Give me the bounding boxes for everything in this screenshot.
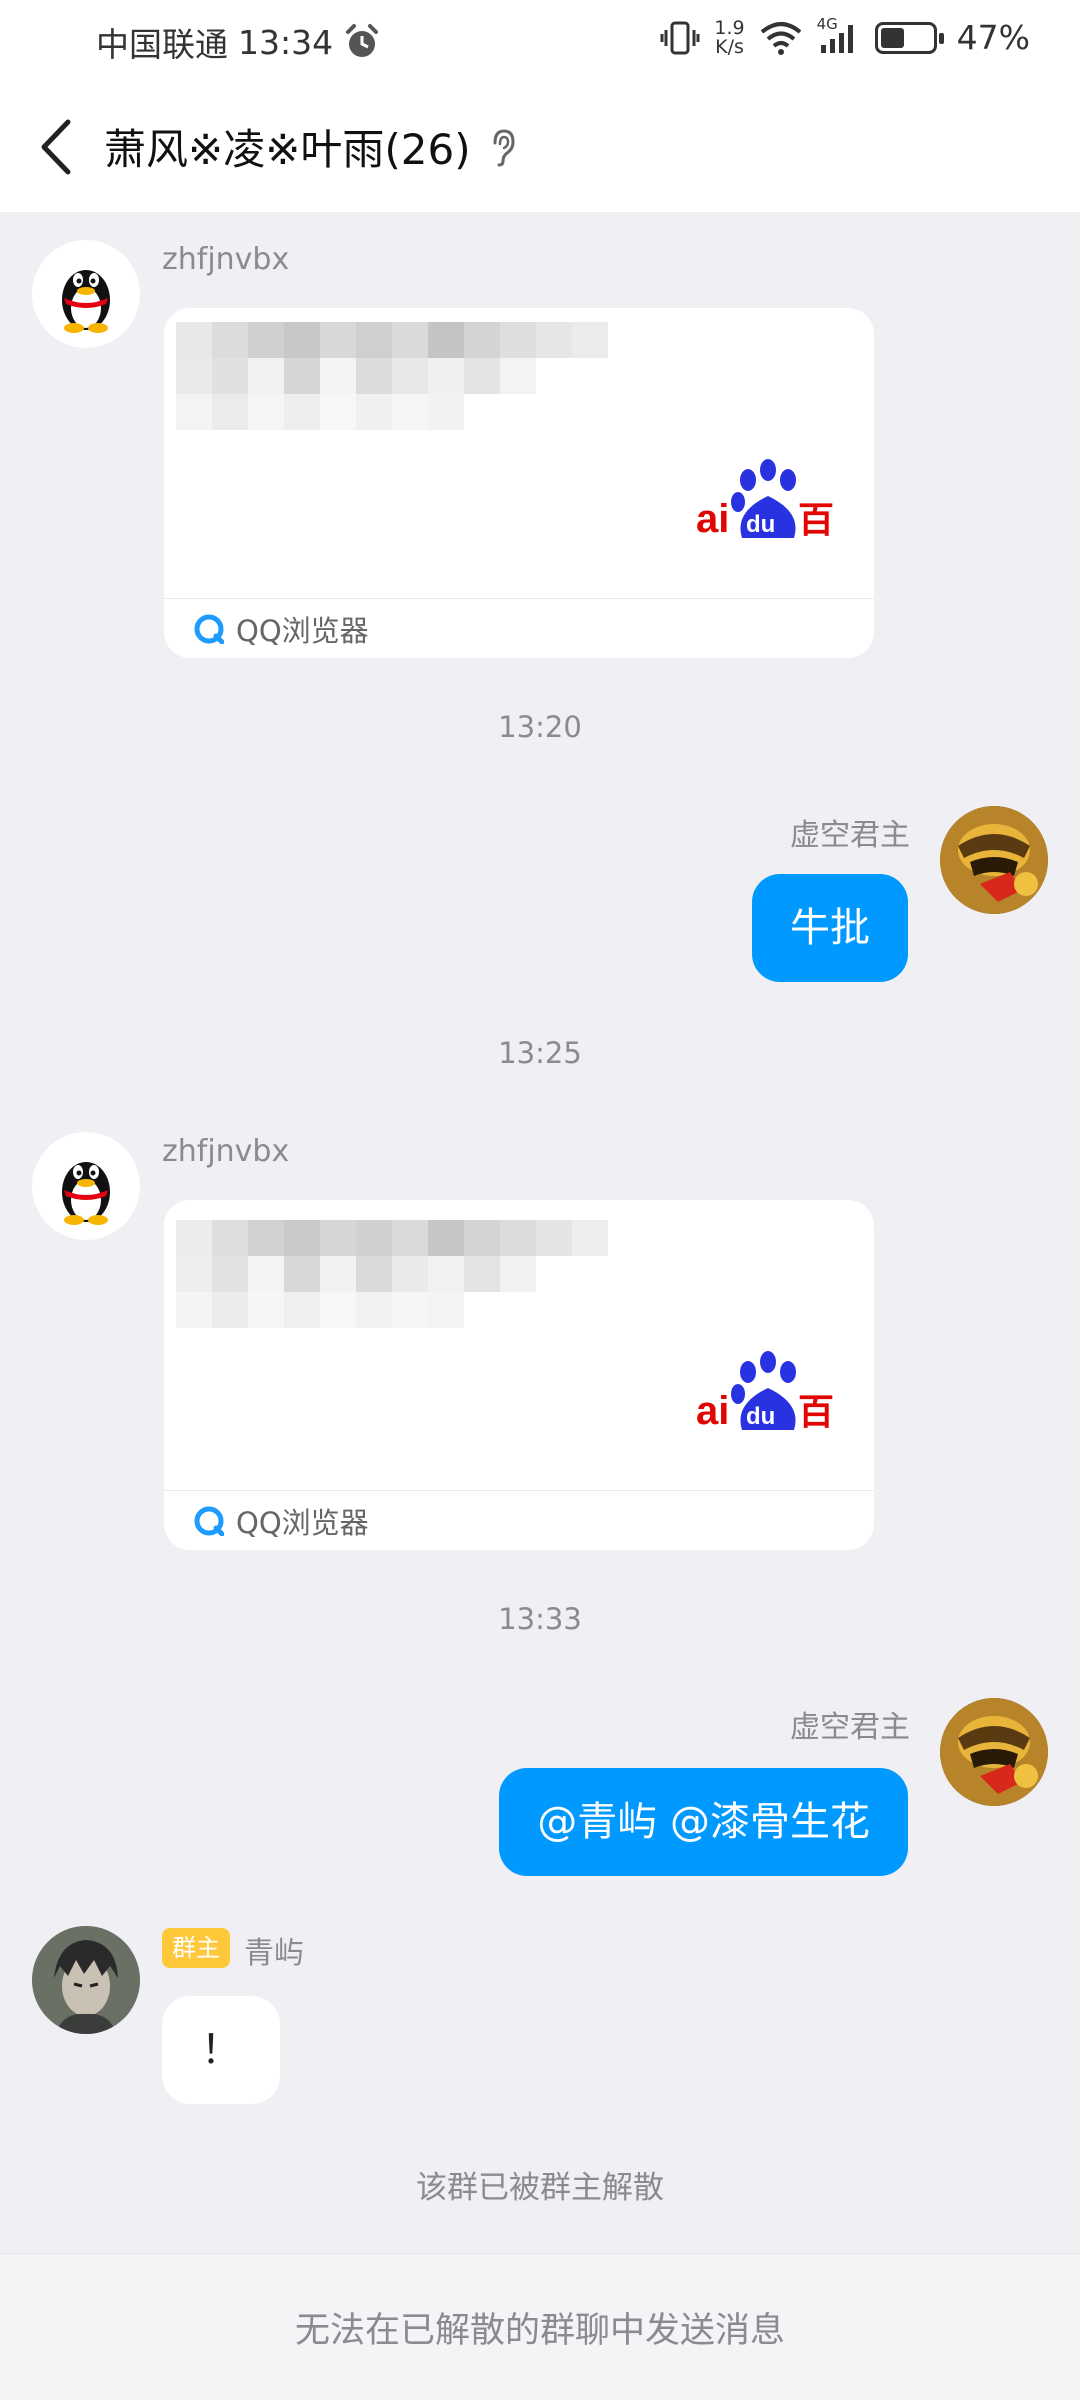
system-notice: 该群已被群主解散	[416, 2170, 664, 2206]
ear-icon[interactable]	[489, 127, 517, 167]
blurred-preview	[164, 308, 654, 468]
message-bubble[interactable]: ！	[162, 1996, 280, 2104]
message-list[interactable]: zhfjnvbx ai du 百 QQ浏览器 13:20 虚空君主 牛批 13:…	[0, 212, 1080, 2252]
net-speed: 1.9 K/s	[714, 16, 745, 58]
avatar[interactable]	[32, 1926, 140, 2034]
anime-avatar-icon	[32, 1926, 140, 2034]
penguin-avatar-icon	[32, 240, 140, 348]
svg-text:百: 百	[798, 500, 834, 541]
wifi-icon	[760, 21, 801, 55]
warrior-avatar-icon	[940, 806, 1048, 914]
avatar[interactable]	[32, 240, 140, 348]
sender-name: 虚空君主	[790, 818, 910, 853]
sender-name: zhfjnvbx	[162, 242, 290, 277]
network-type: 4G	[816, 14, 838, 33]
battery-icon	[874, 21, 944, 54]
sender-name: zhfjnvbx	[162, 1134, 290, 1169]
qq-browser-icon	[194, 614, 224, 644]
back-icon[interactable]	[32, 116, 82, 178]
card-source-label: QQ浏览器	[236, 613, 369, 648]
baidu-logo: ai du 百	[696, 459, 834, 541]
alarm-icon	[346, 24, 379, 57]
link-card[interactable]: ai du 百 QQ浏览器	[164, 308, 874, 658]
svg-text:ai: ai	[696, 497, 729, 541]
svg-text:ai: ai	[696, 1389, 729, 1433]
avatar[interactable]	[940, 1698, 1048, 1806]
clock-time: 13:34	[238, 22, 334, 62]
penguin-avatar-icon	[32, 1132, 140, 1240]
input-disabled-notice: 无法在已解散的群聊中发送消息	[0, 2253, 1080, 2400]
message-bubble[interactable]: @青屿 @漆骨生花	[499, 1768, 908, 1876]
card-source: QQ浏览器	[164, 1490, 874, 1550]
qq-browser-icon	[194, 1506, 224, 1536]
svg-text:du: du	[746, 511, 775, 538]
svg-text:百: 百	[798, 1392, 834, 1433]
carrier-label: 中国联通	[96, 25, 228, 64]
vibrate-icon	[660, 21, 700, 54]
baidu-logo: ai du 百	[696, 1351, 834, 1433]
sender-name: 虚空君主	[790, 1710, 910, 1745]
card-source: QQ浏览器	[164, 598, 874, 658]
battery-percent: 47%	[956, 18, 1030, 57]
chat-header: 萧风※凌※叶雨(26)	[0, 82, 1080, 212]
avatar[interactable]	[940, 806, 1048, 914]
link-card[interactable]: ai du 百 QQ浏览器	[164, 1200, 874, 1550]
message-bubble[interactable]: 牛批	[752, 874, 908, 982]
chat-title: 萧风※凌※叶雨(26)	[104, 125, 471, 174]
blurred-preview	[164, 1200, 654, 1360]
status-bar: 中国联通 13:34 1.9 K/s 4G 47%	[0, 0, 1080, 82]
sender-name: 青屿	[244, 1936, 304, 1971]
owner-badge: 群主	[162, 1928, 230, 1968]
message-timestamp: 13:25	[498, 1036, 582, 1070]
message-timestamp: 13:33	[498, 1602, 582, 1636]
card-source-label: QQ浏览器	[236, 1505, 369, 1540]
message-timestamp: 13:20	[498, 710, 582, 744]
warrior-avatar-icon	[940, 1698, 1048, 1806]
avatar[interactable]	[32, 1132, 140, 1240]
svg-text:du: du	[746, 1403, 775, 1430]
